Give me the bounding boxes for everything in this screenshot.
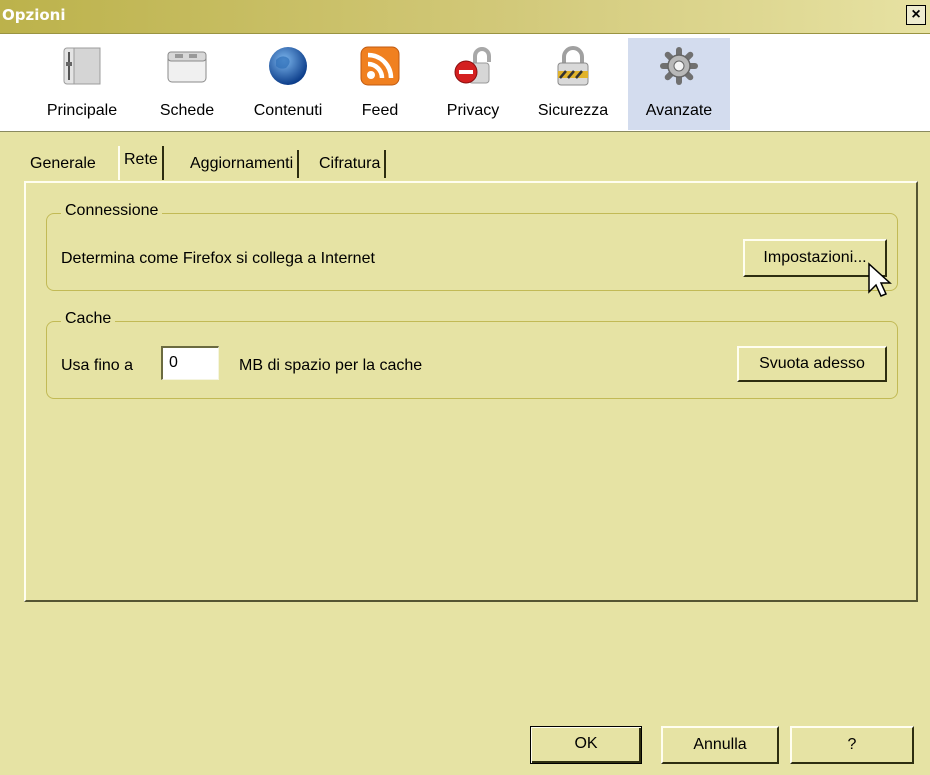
preferences-toolbar: Principale Schede Contenuti Feed Privacy…: [0, 34, 930, 132]
cancel-button[interactable]: Annulla: [661, 726, 779, 764]
cache-legend: Cache: [61, 310, 116, 328]
toolbar-label: Privacy: [446, 102, 500, 119]
connection-legend: Connessione: [61, 202, 163, 220]
window-title: Opzioni: [2, 6, 66, 24]
title-bar: Opzioni ×: [0, 0, 930, 34]
gear-icon: [660, 47, 698, 85]
tab-generale[interactable]: Generale: [26, 150, 100, 178]
toolbar-item-principale[interactable]: Principale: [34, 38, 130, 130]
tab-rete[interactable]: Rete: [118, 146, 164, 180]
toolbar-label: Feed: [361, 102, 399, 119]
cache-size-input[interactable]: 0: [161, 346, 219, 380]
toolbar-item-feed[interactable]: Feed: [345, 38, 415, 130]
tab-aggiornamenti[interactable]: Aggiornamenti: [186, 150, 300, 178]
toolbar-item-sicurezza[interactable]: Sicurezza: [522, 38, 624, 130]
cache-group: Cache Usa fino a 0 MB di spazio per la c…: [46, 310, 898, 399]
toolbar-item-contenuti[interactable]: Contenuti: [240, 38, 336, 130]
toolbar-item-privacy[interactable]: Privacy: [428, 38, 518, 130]
globe-icon: [269, 47, 307, 85]
main-settings-icon: [63, 47, 101, 85]
cache-suffix-label: MB di spazio per la cache: [239, 357, 423, 374]
toolbar-label: Contenuti: [253, 102, 323, 119]
toolbar-label: Principale: [46, 102, 118, 119]
connection-description: Determina come Firefox si collega a Inte…: [61, 250, 375, 267]
toolbar-label: Avanzate: [645, 102, 713, 119]
toolbar-item-avanzate[interactable]: Avanzate: [628, 38, 730, 130]
tab-panel: Connessione Determina come Firefox si co…: [24, 181, 918, 602]
cache-prefix-label: Usa fino a: [61, 357, 134, 374]
toolbar-item-schede[interactable]: Schede: [145, 38, 229, 130]
tabs-icon: [167, 51, 207, 83]
help-button[interactable]: ?: [790, 726, 914, 764]
connection-settings-button[interactable]: Impostazioni...: [743, 239, 887, 277]
security-padlock-icon: [557, 46, 589, 86]
close-button[interactable]: ×: [906, 5, 926, 25]
toolbar-label: Sicurezza: [537, 102, 609, 119]
connection-group: Connessione Determina come Firefox si co…: [46, 202, 898, 291]
clear-cache-button[interactable]: Svuota adesso: [737, 346, 887, 382]
rss-feed-icon: [360, 46, 400, 86]
toolbar-label: Schede: [159, 102, 215, 119]
tab-cifratura[interactable]: Cifratura: [315, 150, 387, 178]
privacy-lock-icon: [454, 47, 491, 84]
mouse-cursor-icon: [868, 262, 892, 297]
ok-button[interactable]: OK: [530, 726, 642, 764]
